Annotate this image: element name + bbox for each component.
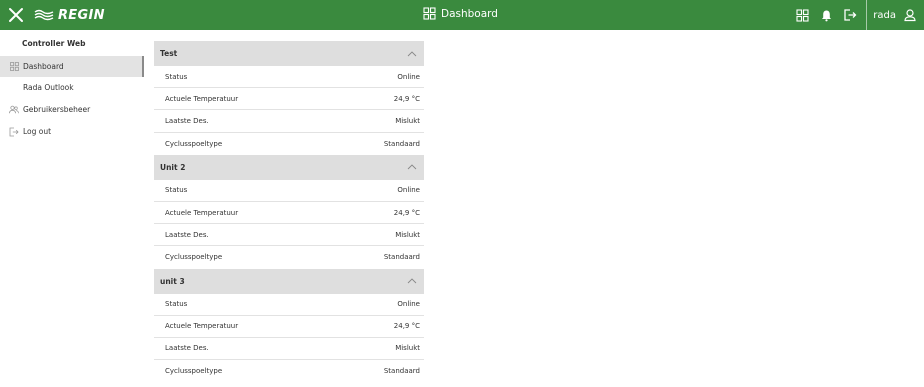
row-label: Status (165, 72, 188, 81)
unit-group: unit 3 Status Online Actuele Temperatuur… (154, 268, 424, 383)
row-value: Standaard (383, 367, 420, 376)
sidebar: Controller Web Dashboard Rada Outlook Ge… (0, 30, 144, 387)
sidebar-item-label: Dashboard (23, 62, 64, 71)
group-title: Test (160, 49, 178, 58)
row-label: Status (165, 300, 188, 309)
table-row: Laatste Des. Mislukt (154, 110, 424, 133)
sidebar-item-rada-outlook[interactable]: Rada Outlook (0, 77, 144, 98)
row-label: Actuele Temperatuur (165, 322, 239, 331)
table-row: Status Online (154, 294, 424, 316)
table-row: Status Online (154, 66, 424, 89)
group-title: unit 3 (160, 276, 185, 286)
row-label: Cyclusspoeltype (165, 367, 223, 376)
table-row: Actuele Temperatuur 24,9 °C (154, 202, 424, 225)
users-icon (9, 105, 19, 115)
top-bar-divider (866, 0, 868, 30)
sidebar-item-gebruikersbeheer[interactable]: Gebruikersbeheer (0, 99, 144, 120)
bell-icon[interactable] (818, 7, 834, 23)
table-row: Actuele Temperatuur 24,9 °C (154, 316, 424, 338)
table-row: Laatste Des. Mislukt (154, 338, 424, 361)
brand-name: REGIN (58, 7, 105, 23)
row-label: Laatste Des. (165, 344, 209, 353)
grid-icon (423, 7, 436, 20)
group-header[interactable]: unit 3 (154, 268, 424, 294)
row-value: Mislukt (395, 230, 420, 239)
table-row: Cyclusspoeltype Standaard (154, 246, 424, 268)
row-value: Online (397, 300, 420, 309)
dashboard-panel: Test Status Online Actuele Temperatuur 2… (154, 41, 424, 382)
sidebar-item-label: Rada Outlook (23, 83, 74, 92)
row-value: Standaard (383, 253, 420, 262)
sidebar-item-log-out[interactable]: Log out (0, 121, 144, 142)
chevron-up-icon[interactable] (407, 162, 417, 172)
sidebar-item-dashboard[interactable]: Dashboard (0, 56, 144, 77)
row-label: Status (165, 186, 188, 195)
logout-icon[interactable] (842, 7, 858, 23)
row-value: Standaard (383, 139, 420, 148)
close-icon[interactable] (8, 7, 24, 23)
dashboard-title-link[interactable]: Dashboard (423, 7, 498, 20)
row-label: Laatste Des. (165, 230, 209, 239)
row-label: Cyclusspoeltype (165, 253, 223, 262)
dashboard-grid-icon[interactable] (794, 7, 810, 23)
unit-group: Test Status Online Actuele Temperatuur 2… (154, 41, 424, 155)
row-label: Actuele Temperatuur (165, 208, 239, 217)
group-header[interactable]: Unit 2 (154, 154, 424, 180)
table-row: Actuele Temperatuur 24,9 °C (154, 88, 424, 111)
sidebar-title: Controller Web (22, 39, 86, 48)
grid-icon (9, 62, 19, 72)
row-value: 24,9 °C (393, 208, 420, 217)
sidebar-item-label: Log out (23, 127, 52, 136)
logout-icon (9, 127, 19, 137)
row-value: Online (397, 186, 420, 195)
regin-waves-icon (34, 9, 54, 21)
row-value: Mislukt (395, 344, 420, 353)
group-header[interactable]: Test (154, 41, 424, 66)
unit-group: Unit 2 Status Online Actuele Temperatuur… (154, 154, 424, 269)
table-row: Laatste Des. Mislukt (154, 224, 424, 247)
row-label: Actuele Temperatuur (165, 94, 239, 103)
user-name[interactable]: rada (873, 10, 896, 21)
table-row: Cyclusspoeltype Standaard (154, 133, 424, 155)
row-value: Mislukt (395, 116, 420, 125)
row-label: Laatste Des. (165, 116, 209, 125)
group-title: Unit 2 (160, 162, 186, 172)
sidebar-item-label: Gebruikersbeheer (23, 105, 91, 114)
chevron-up-icon[interactable] (407, 276, 417, 286)
top-bar: REGIN Dashboard rada (0, 0, 924, 30)
regin-logo: REGIN (34, 6, 105, 24)
table-row: Status Online (154, 180, 424, 202)
chevron-up-icon[interactable] (407, 49, 417, 59)
table-row: Cyclusspoeltype Standaard (154, 360, 424, 382)
row-value: Online (397, 72, 420, 81)
page-title: Dashboard (441, 7, 498, 20)
user-icon[interactable] (902, 7, 918, 23)
top-bar-actions: rada (786, 0, 924, 30)
row-value: 24,9 °C (393, 322, 420, 331)
row-label: Cyclusspoeltype (165, 139, 223, 148)
row-value: 24,9 °C (393, 94, 420, 103)
